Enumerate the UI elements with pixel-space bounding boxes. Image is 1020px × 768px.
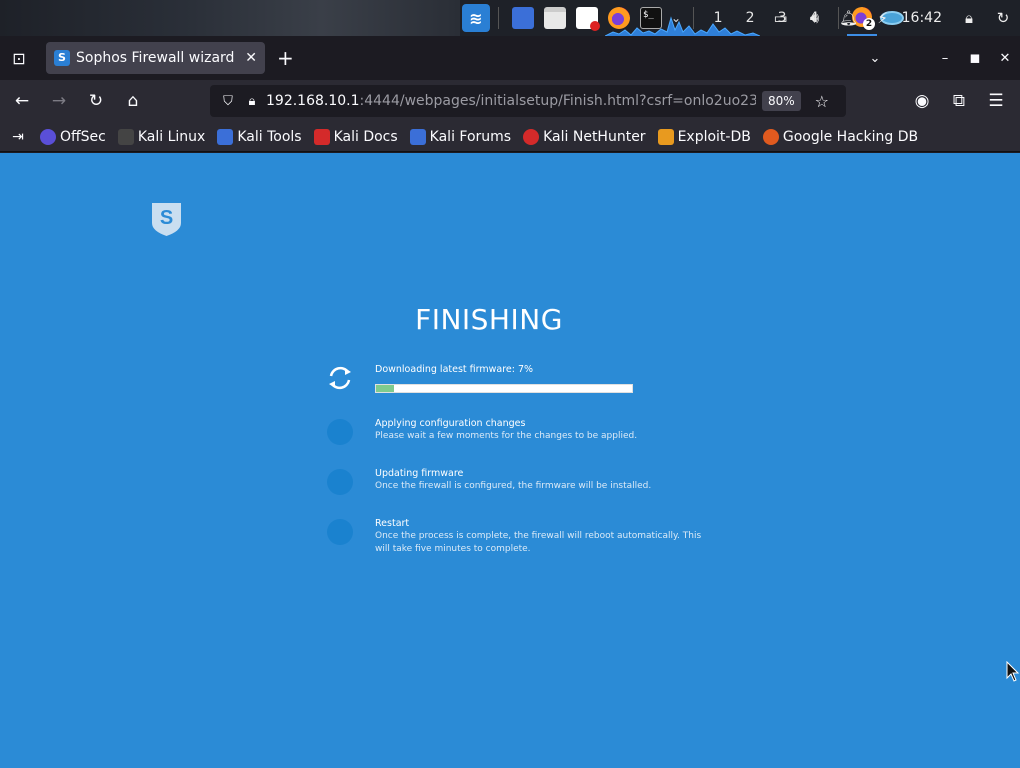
close-window-button[interactable]: ✕ bbox=[990, 51, 1020, 66]
url-text[interactable]: 192.168.10.1:4444/webpages/initialsetup/… bbox=[266, 93, 756, 109]
kali-menu-icon[interactable]: ≋ bbox=[462, 4, 490, 32]
file-manager-icon[interactable] bbox=[544, 7, 566, 29]
offsec-icon bbox=[40, 128, 56, 145]
shield-icon[interactable]: ⛉ bbox=[218, 94, 238, 109]
mouse-cursor-icon bbox=[1006, 661, 1020, 682]
network-graph bbox=[605, 16, 760, 36]
panel-wallpaper bbox=[0, 0, 460, 36]
svg-text:S: S bbox=[160, 207, 173, 229]
sophos-favicon-icon: S bbox=[54, 50, 70, 66]
bookmark-offsec[interactable]: OffSec bbox=[40, 128, 106, 145]
tab-bar: ⊡ S Sophos Firewall wizard ✕ + ⌄ – ◼ ✕ bbox=[0, 36, 1020, 80]
ghdb-icon bbox=[762, 128, 779, 145]
home-button[interactable]: ⌂ bbox=[115, 85, 151, 117]
pending-step-dot bbox=[325, 467, 355, 497]
pending-step-dot bbox=[325, 517, 355, 547]
toolbar-right: ◉ ⧉ ☰ bbox=[903, 80, 1014, 122]
power-icon[interactable]: ⚡︎ bbox=[866, 9, 900, 27]
display-icon[interactable]: ▭ bbox=[764, 9, 798, 27]
volume-icon[interactable]: 🔊︎ bbox=[798, 9, 832, 27]
step-title: Updating firmware bbox=[375, 468, 464, 479]
page-title: FINISHING bbox=[415, 303, 563, 336]
bookmark-label: Kali Tools bbox=[237, 128, 302, 145]
bookmark-label: Kali Forums bbox=[429, 128, 512, 145]
kali-dragon-icon bbox=[117, 128, 134, 145]
url-path: :4444/webpages/initialsetup/Finish.html?… bbox=[359, 93, 756, 109]
kali-tools-icon bbox=[217, 128, 234, 145]
bookmark-label: Google Hacking DB bbox=[782, 128, 919, 145]
bookmark-star-icon[interactable]: ☆ bbox=[815, 92, 829, 111]
firefox-view-icon[interactable]: ⊡ bbox=[0, 39, 38, 77]
logout-icon[interactable]: ↻ bbox=[986, 9, 1020, 27]
tab-title: Sophos Firewall wizard bbox=[76, 50, 235, 66]
zoom-level-button[interactable]: 80% bbox=[762, 91, 801, 111]
text-editor-icon[interactable] bbox=[576, 7, 600, 31]
url-bar[interactable]: ⛉ 🔒︎ 192.168.10.1:4444/webpages/initials… bbox=[210, 85, 846, 117]
bookmark-kali-linux[interactable]: Kali Linux bbox=[117, 128, 206, 145]
bookmark-kali-forums[interactable]: Kali Forums bbox=[409, 128, 512, 145]
lock-icon[interactable]: 🔒︎ bbox=[952, 9, 986, 27]
close-tab-icon[interactable]: ✕ bbox=[245, 50, 257, 66]
bookmark-label: Kali Linux bbox=[137, 128, 206, 145]
step-text: Restart Once the process is complete, th… bbox=[375, 517, 715, 556]
clock[interactable]: 16:42 bbox=[902, 10, 942, 26]
step-description: Please wait a few moments for the change… bbox=[375, 431, 638, 441]
navigation-bar: ← → ↻ ⌂ ⛉ 🔒︎ 192.168.10.1:4444/webpages/… bbox=[0, 80, 1020, 122]
maximize-button[interactable]: ◼ bbox=[960, 51, 990, 66]
step-description: Once the process is complete, the firewa… bbox=[375, 531, 702, 554]
pending-step-dot bbox=[325, 417, 355, 447]
bookmark-label: Kali NetHunter bbox=[543, 128, 646, 145]
step-description: Once the firewall is configured, the fir… bbox=[375, 481, 652, 491]
account-icon[interactable]: ◉ bbox=[904, 85, 940, 117]
progress-fill bbox=[376, 385, 394, 392]
top-panel: ≋ $_ ⌄ 1 2 3 4 2 ▭ 🔊︎ 🔔︎ ⚡︎ 16:42 🔒︎ ↻ bbox=[0, 0, 1020, 36]
tab-sophos-wizard[interactable]: S Sophos Firewall wizard ✕ bbox=[46, 42, 265, 74]
list-all-tabs-chevron-icon[interactable]: ⌄ bbox=[860, 51, 890, 66]
bookmark-exploit-db[interactable]: Exploit-DB bbox=[657, 128, 751, 145]
menu-icon[interactable]: ☰ bbox=[978, 85, 1014, 117]
step-title: Applying configuration changes bbox=[375, 418, 526, 429]
window-controls: ⌄ – ◼ ✕ bbox=[860, 36, 1020, 80]
nethunter-icon bbox=[523, 128, 540, 145]
step-title: Downloading latest firmware: 7% bbox=[375, 364, 534, 375]
firmware-progress-bar bbox=[375, 384, 633, 393]
new-tab-button[interactable]: + bbox=[277, 46, 294, 70]
panel-separator bbox=[498, 7, 499, 29]
bookmark-kali-tools[interactable]: Kali Tools bbox=[217, 128, 302, 145]
lock-warning-icon[interactable]: 🔒︎ bbox=[242, 94, 262, 109]
import-bookmarks-icon[interactable]: ⇥ bbox=[0, 129, 36, 145]
step-text: Downloading latest firmware: 7% bbox=[375, 363, 715, 393]
step-title: Restart bbox=[375, 518, 410, 529]
bookmarks-toolbar: ⇥ OffSec Kali Linux Kali Tools Kali Docs… bbox=[0, 122, 1020, 152]
bookmark-kali-docs[interactable]: Kali Docs bbox=[313, 128, 398, 145]
exploit-db-icon bbox=[657, 128, 674, 145]
bookmark-label: Exploit-DB bbox=[677, 128, 751, 145]
show-desktop-icon[interactable] bbox=[512, 7, 534, 29]
dot bbox=[327, 519, 353, 545]
url-host: 192.168.10.1 bbox=[266, 93, 360, 109]
kali-docs-icon bbox=[313, 128, 330, 145]
back-button[interactable]: ← bbox=[4, 85, 40, 117]
dot bbox=[327, 469, 353, 495]
step-text: Applying configuration changes Please wa… bbox=[375, 417, 715, 443]
sophos-shield-logo-icon: S bbox=[152, 203, 181, 236]
bookmark-label: Kali Docs bbox=[333, 128, 398, 145]
dot bbox=[327, 419, 353, 445]
step-text: Updating firmware Once the firewall is c… bbox=[375, 467, 715, 493]
bookmark-label: OffSec bbox=[60, 128, 106, 145]
minimize-button[interactable]: – bbox=[930, 51, 960, 66]
extensions-icon[interactable]: ⧉ bbox=[941, 85, 977, 117]
system-tray: ▭ 🔊︎ 🔔︎ ⚡︎ 16:42 🔒︎ ↻ bbox=[764, 0, 1020, 36]
bookmark-kali-nethunter[interactable]: Kali NetHunter bbox=[523, 128, 646, 145]
reload-button[interactable]: ↻ bbox=[78, 85, 114, 117]
notification-bell-icon[interactable]: 🔔︎ bbox=[832, 9, 866, 27]
page-content: S FINISHING Downloading latest firmware:… bbox=[0, 153, 1020, 768]
bookmark-google-hacking-db[interactable]: Google Hacking DB bbox=[762, 128, 919, 145]
forward-button[interactable]: → bbox=[41, 85, 77, 117]
sync-spinner-icon bbox=[329, 366, 351, 390]
kali-forums-icon bbox=[409, 128, 426, 145]
